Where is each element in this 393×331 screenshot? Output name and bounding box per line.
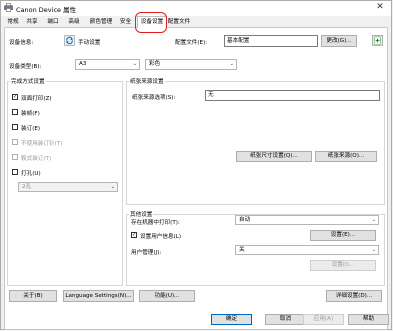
staple-label: 装订(E) <box>21 126 41 132</box>
tab-ports[interactable]: 端口 <box>45 18 61 27</box>
binding-checkbox[interactable] <box>12 109 18 115</box>
color-mode-value: 彩色 <box>149 61 161 67</box>
chevron-down-icon: ⌄ <box>371 247 376 253</box>
user-info-checkbox[interactable]: ✓ <box>131 232 137 238</box>
chevron-down-icon: ⌄ <box>229 61 234 67</box>
profile-label: 配置文件(E): <box>175 40 208 46</box>
tab-advanced[interactable]: 高级 <box>66 18 82 27</box>
printer-icon <box>4 3 13 12</box>
detailed-settings-button[interactable]: 详细设置(D)... <box>326 290 382 302</box>
change-profile-button[interactable]: 更改(G)... <box>321 35 357 47</box>
staple-free-checkbox <box>12 139 18 145</box>
staple-checkbox[interactable] <box>12 124 18 130</box>
saddle-stitch-checkbox <box>12 154 18 160</box>
duplex-checkbox[interactable]: ✓ <box>12 94 18 100</box>
paper-source-option-label: 纸张来源选项(S): <box>132 95 176 101</box>
saddle-stitch-label: 鞍式装订(T) <box>21 156 52 162</box>
device-info-mode: 手动设置 <box>78 40 101 46</box>
punch-select: 2孔 ⌄ <box>18 182 118 192</box>
device-type-label: 设备类型(B): <box>9 64 42 70</box>
help-button[interactable]: 帮助 <box>348 314 389 325</box>
add-profile-icon[interactable] <box>372 35 383 46</box>
profile-field[interactable]: 基本配置 <box>224 35 318 47</box>
color-mode-select[interactable]: 彩色 ⌄ <box>145 59 237 70</box>
user-management-settings-button: 设置(I)... <box>310 260 376 271</box>
tab-sharing[interactable]: 共享 <box>24 18 40 27</box>
tab-security[interactable]: 安全 <box>118 18 133 27</box>
about-button[interactable]: 关于(B) <box>9 290 57 302</box>
storage-print-select[interactable]: 自动 ⌄ <box>235 215 379 225</box>
cancel-button[interactable]: 取消 <box>265 314 306 325</box>
tab-highlight-ring <box>135 12 167 33</box>
chevron-down-icon: ⌄ <box>371 217 376 223</box>
staple-free-label: 不使用装订针(T) <box>21 141 63 147</box>
language-settings-button[interactable]: Language Settings(N)... <box>63 290 134 302</box>
binding-label: 装帧(F) <box>21 111 40 117</box>
paper-source-group-title: 纸张来源设置 <box>129 77 165 85</box>
ok-button[interactable]: 确定 <box>211 314 252 325</box>
close-icon[interactable]: ✕ <box>374 2 386 13</box>
chevron-down-icon: ⌄ <box>110 184 115 190</box>
paper-size-select[interactable]: A3 ⌄ <box>75 59 140 70</box>
paper-source-button[interactable]: 纸张来源(O)... <box>315 151 377 162</box>
paper-source-option-field[interactable]: 无 <box>205 90 380 101</box>
storage-print-value: 自动 <box>239 217 251 223</box>
tab-profile[interactable]: 配置文件 <box>167 18 191 27</box>
user-management-select[interactable]: 关 ⌄ <box>235 245 379 255</box>
punch-label: 打孔(U) <box>21 171 41 177</box>
paper-size-value: A3 <box>79 61 87 67</box>
user-info-label: 设置用户信息(L) <box>140 234 182 240</box>
device-info-label: 设备信息: <box>9 40 34 46</box>
finishing-group-title: 完成方式设置 <box>10 77 46 85</box>
punch-value: 2孔 <box>22 184 32 190</box>
storage-print-label: 存在机器中打印(T): <box>131 220 180 226</box>
user-management-value: 关 <box>239 247 245 253</box>
other-settings-group-title: 其他设置 <box>129 210 154 218</box>
user-management-label: 用户管理(J): <box>131 250 162 256</box>
paper-size-settings-button[interactable]: 纸张尺寸设置(Q)... <box>236 151 312 162</box>
duplex-label: 双面打印(Z) <box>21 96 52 102</box>
window-title: Canon Device 属性 <box>16 6 77 14</box>
chevron-down-icon: ⌄ <box>132 61 137 67</box>
punch-checkbox[interactable] <box>12 169 18 175</box>
refresh-icon[interactable] <box>64 35 75 46</box>
user-info-settings-button[interactable]: 设置(E)... <box>310 230 376 241</box>
function-button[interactable]: 功能(U)... <box>139 290 195 302</box>
tab-general[interactable]: 常规 <box>6 18 20 27</box>
apply-button: 应用(A) <box>303 314 344 325</box>
tab-color-management[interactable]: 颜色管理 <box>87 18 115 27</box>
